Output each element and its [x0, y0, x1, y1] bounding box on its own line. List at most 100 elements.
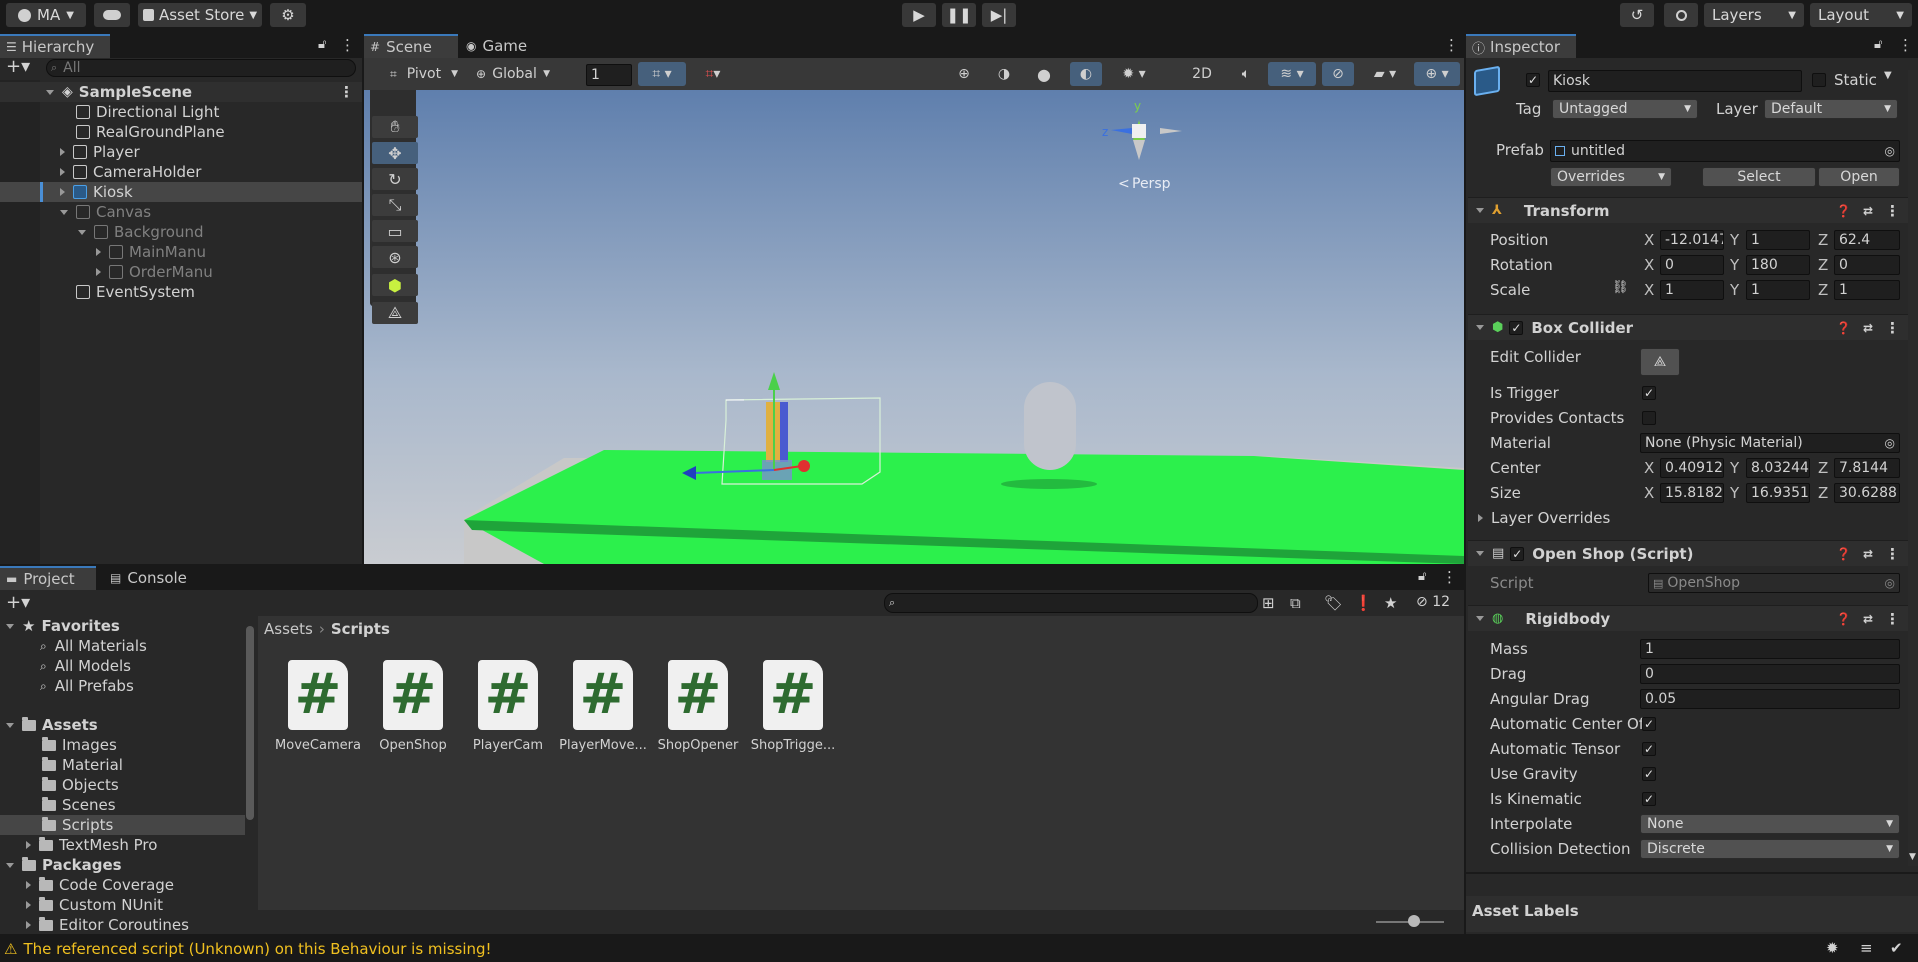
add-icon[interactable]: +▾	[6, 56, 30, 77]
pause-button[interactable]: ❚❚	[942, 3, 976, 27]
more-icon[interactable]: ⋮	[1885, 545, 1900, 563]
cache-icon[interactable]: ≡	[1860, 939, 1873, 957]
hidden-packages-toggle[interactable]: ⊘ 12	[1416, 594, 1450, 610]
draw-mode-shaded[interactable]: ◐	[1070, 62, 1102, 86]
folder-textmesh-pro[interactable]: TextMesh Pro	[0, 835, 245, 855]
more-icon[interactable]: ⋮	[1885, 610, 1900, 628]
interpolate-dropdown[interactable]: None ▼	[1640, 814, 1900, 834]
move-tool[interactable]: ✥	[372, 142, 418, 164]
history-button[interactable]: ↺	[1620, 3, 1654, 27]
open-shop-header[interactable]: ▤ ✓ Open Shop (Script) ❓ ⇄ ⋮	[1468, 540, 1908, 566]
grid-snap-toggle[interactable]: ⌗ ▾	[638, 62, 686, 86]
help-icon[interactable]: ❓	[1836, 321, 1851, 335]
scroll-down-icon[interactable]: ▼	[1909, 852, 1916, 862]
position-y-field[interactable]: 1	[1746, 230, 1810, 250]
asset-shopopener[interactable]: # ShopOpener	[650, 660, 746, 753]
hierarchy-item-player[interactable]: Player	[0, 142, 362, 162]
tag-dropdown[interactable]: Untagged ▼	[1552, 99, 1698, 119]
center-z-field[interactable]: 7.8144	[1834, 458, 1900, 478]
edit-collider-button[interactable]: ⟁	[1640, 348, 1680, 376]
transform-tool[interactable]: ⊛	[372, 246, 418, 268]
edit-collider-tool[interactable]: ⟁	[372, 302, 418, 324]
project-search-input[interactable]: ⌕	[884, 593, 1258, 613]
tab-inspector[interactable]: ⓘ Inspector	[1466, 34, 1576, 58]
check-circle-icon[interactable]: ✔	[1890, 939, 1903, 957]
box-collider-header[interactable]: ⬢ ✓ Box Collider ❓ ⇄ ⋮	[1468, 314, 1908, 340]
add-icon[interactable]: +▾	[6, 592, 30, 613]
assets-header[interactable]: Assets	[0, 715, 245, 735]
package-custom-nunit[interactable]: Custom NUnit	[0, 895, 245, 915]
debug-draw-dropdown[interactable]: ✹ ▾	[1110, 62, 1158, 86]
folder-tree-scrollbar[interactable]	[246, 626, 254, 820]
scale-x-field[interactable]: 1	[1660, 280, 1724, 300]
angular-drag-field[interactable]: 0.05	[1640, 689, 1900, 709]
folder-objects[interactable]: Objects	[0, 775, 245, 795]
favorite-all-models[interactable]: ⌕ All Models	[0, 656, 245, 676]
tab-scene[interactable]: # Scene	[364, 34, 458, 58]
provides-contacts-checkbox[interactable]	[1642, 411, 1656, 425]
hierarchy-item-realgroundplane[interactable]: RealGroundPlane	[0, 122, 362, 142]
rect-tool[interactable]: ▭	[372, 220, 418, 242]
box-collider-enabled-checkbox[interactable]: ✓	[1509, 320, 1524, 335]
lock-icon[interactable]: 🔓︎	[1874, 37, 1882, 52]
presets-icon[interactable]: ⇄	[1863, 612, 1873, 626]
scene-viewport[interactable]: y z Persp <	[364, 90, 1464, 564]
package-editor-coroutines[interactable]: Editor Coroutines	[0, 915, 245, 935]
size-x-field[interactable]: 15.8182	[1660, 483, 1724, 503]
presets-icon[interactable]: ⇄	[1863, 204, 1873, 218]
zoom-slider-thumb[interactable]	[1408, 915, 1420, 927]
mass-field[interactable]: 1	[1640, 639, 1900, 659]
rotation-y-field[interactable]: 180	[1746, 255, 1810, 275]
size-y-field[interactable]: 16.9351	[1746, 483, 1810, 503]
hierarchy-item-cameraholder[interactable]: CameraHolder	[0, 162, 362, 182]
folder-material[interactable]: Material	[0, 755, 245, 775]
more-icon[interactable]: ⋮	[1898, 36, 1913, 54]
scale-y-field[interactable]: 1	[1746, 280, 1810, 300]
draw-mode-unlit[interactable]: ●	[1028, 62, 1060, 86]
step-button[interactable]: ▶|	[982, 3, 1016, 27]
folder-scenes[interactable]: Scenes	[0, 795, 245, 815]
object-name-input[interactable]: Kiosk	[1548, 70, 1802, 92]
transform-header[interactable]: ⅄ Transform ❓ ⇄ ⋮	[1468, 197, 1908, 223]
rotation-z-field[interactable]: 0	[1834, 255, 1900, 275]
tab-game[interactable]: ◉ Game	[460, 34, 540, 58]
hierarchy-item-canvas[interactable]: Canvas	[0, 202, 362, 222]
tab-console[interactable]: ▤ Console	[104, 566, 204, 590]
lock-icon[interactable]: 🔓︎	[1418, 569, 1426, 584]
packages-header[interactable]: Packages	[0, 855, 245, 875]
package-code-coverage[interactable]: Code Coverage	[0, 875, 245, 895]
cloud-button[interactable]	[94, 3, 130, 27]
hierarchy-item-background[interactable]: Background	[0, 222, 362, 242]
more-icon[interactable]: ⋮	[1444, 36, 1459, 54]
favorite-all-materials[interactable]: ⌕ All Materials	[0, 636, 245, 656]
player-capsule[interactable]	[1024, 382, 1076, 470]
warning-filter-icon[interactable]: ❗	[1354, 594, 1373, 612]
star-icon[interactable]: ★	[1384, 594, 1397, 612]
drag-field[interactable]: 0	[1640, 664, 1900, 684]
hierarchy-item-scene[interactable]: ◈ SampleScene ⋮	[0, 82, 362, 102]
hand-tool[interactable]: ✋︎	[372, 116, 418, 138]
help-icon[interactable]: ❓	[1836, 204, 1851, 218]
search-button[interactable]	[1664, 3, 1698, 27]
label-tag-icon[interactable]: 🏷︎	[1324, 594, 1343, 612]
asset-playermove[interactable]: # PlayerMove...	[555, 660, 651, 753]
hierarchy-item-directional-light[interactable]: Directional Light	[0, 102, 362, 122]
more-icon[interactable]: ⋮	[1885, 202, 1900, 220]
play-button[interactable]: ▶	[902, 3, 936, 27]
auto-center-checkbox[interactable]: ✓	[1642, 717, 1656, 731]
chevron-down-icon[interactable]: ▼	[1884, 70, 1892, 81]
asset-store-dropdown[interactable]: Asset Store ▼	[138, 3, 262, 27]
inspector-scrollbar[interactable]	[1908, 70, 1918, 866]
global-dropdown[interactable]: ⊕ Global ▼	[470, 62, 556, 86]
asset-shoptrigger[interactable]: # ShopTrigge...	[745, 660, 841, 753]
custom-tool[interactable]: ⬢	[372, 274, 418, 296]
position-x-field[interactable]: -12.0147	[1660, 230, 1724, 250]
grid-size-input[interactable]: 1	[586, 64, 632, 86]
breadcrumb-scripts[interactable]: Scripts	[331, 620, 390, 638]
pivot-dropdown[interactable]: ⌗ Pivot ▼	[384, 62, 464, 86]
more-icon[interactable]: ⋮	[1442, 568, 1457, 586]
is-kinematic-checkbox[interactable]: ✓	[1642, 792, 1656, 806]
center-y-field[interactable]: 8.03244	[1746, 458, 1810, 478]
is-trigger-checkbox[interactable]: ✓	[1642, 386, 1656, 400]
help-icon[interactable]: ❓	[1836, 612, 1851, 626]
